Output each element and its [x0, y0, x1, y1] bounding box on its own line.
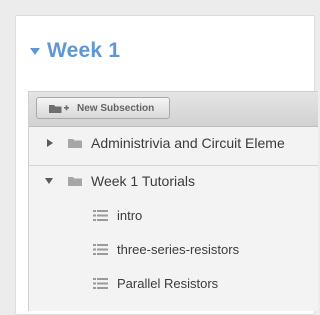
- unit-row-parallel-resistors[interactable]: Parallel Resistors: [29, 268, 318, 298]
- list-icon: [93, 277, 108, 289]
- folder-icon: [67, 175, 83, 187]
- list-icon: [93, 243, 108, 255]
- unit-row-intro[interactable]: intro: [29, 200, 318, 230]
- week-title: Week 1: [47, 39, 121, 62]
- subsection-label[interactable]: Administrivia and Circuit Eleme: [91, 135, 285, 151]
- new-subsection-label: New Subsection: [77, 102, 155, 114]
- unit-label[interactable]: three-series-resistors: [117, 242, 239, 257]
- panel-toolbar: New Subsection: [29, 92, 318, 127]
- subsection-row-administrivia[interactable]: Administrivia and Circuit Eleme: [29, 128, 318, 158]
- expand-arrow-icon[interactable]: [47, 139, 53, 147]
- new-subsection-button[interactable]: New Subsection: [36, 97, 170, 119]
- unit-row-three-series-resistors[interactable]: three-series-resistors: [29, 234, 318, 264]
- subsection-panel: New Subsection Administrivia and Circuit…: [28, 91, 318, 311]
- collapse-arrow-icon[interactable]: [45, 178, 53, 184]
- collapse-caret-icon[interactable]: [30, 48, 40, 55]
- week-header[interactable]: Week 1: [30, 36, 120, 66]
- subsection-row-week1-tutorials[interactable]: Week 1 Tutorials: [29, 165, 318, 196]
- list-icon: [93, 209, 108, 221]
- subsection-label[interactable]: Week 1 Tutorials: [91, 173, 195, 189]
- folder-add-icon: [48, 102, 70, 114]
- unit-label[interactable]: Parallel Resistors: [117, 276, 218, 291]
- folder-icon: [67, 137, 83, 149]
- unit-label[interactable]: intro: [117, 208, 142, 223]
